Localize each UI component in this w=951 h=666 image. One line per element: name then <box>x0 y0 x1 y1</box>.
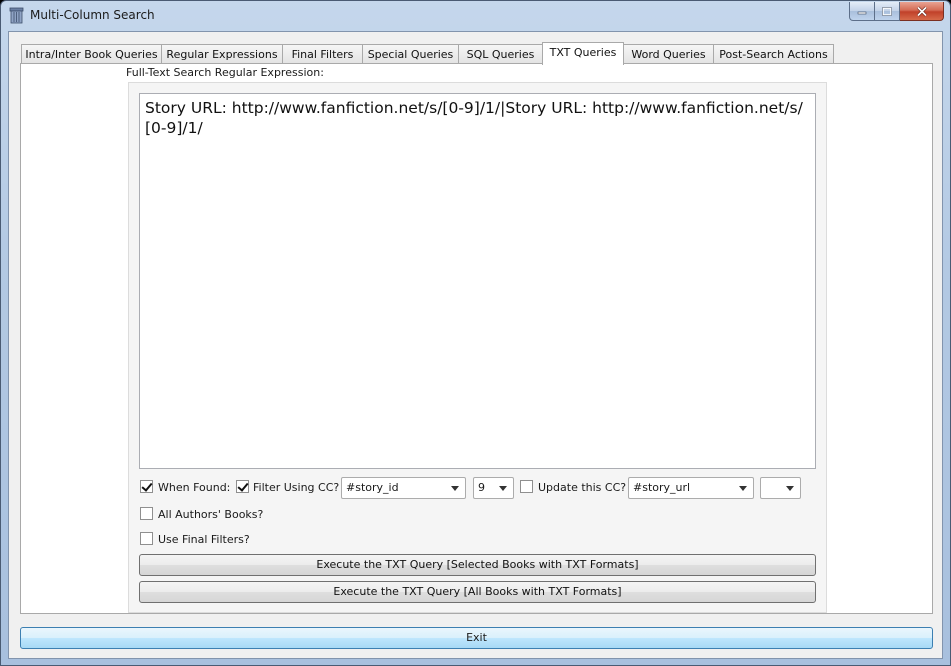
filter-using-cc-label: Filter Using CC? <box>253 481 340 494</box>
maximize-icon <box>882 6 892 16</box>
tab-txt-queries[interactable]: TXT Queries <box>542 42 624 65</box>
filter-number-combo[interactable]: 9 <box>473 477 514 499</box>
chevron-down-icon <box>739 486 747 491</box>
title-bar[interactable]: Multi-Column Search <box>1 1 950 31</box>
regex-field-label: Full-Text Search Regular Expression: <box>126 66 324 79</box>
chevron-down-icon <box>451 486 459 491</box>
when-found-label: When Found: <box>158 481 231 494</box>
filter-cc-combo-value: #story_id <box>346 481 399 494</box>
tab-post-search-actions[interactable]: Post-Search Actions <box>713 44 834 64</box>
minimize-icon <box>857 11 867 15</box>
window-title: Multi-Column Search <box>30 8 155 22</box>
all-authors-books-label: All Authors' Books? <box>158 508 264 521</box>
chevron-down-icon <box>786 486 794 491</box>
use-final-filters-checkbox[interactable] <box>140 532 153 545</box>
chevron-down-icon <box>499 486 507 491</box>
maximize-button[interactable] <box>875 2 900 21</box>
close-button[interactable] <box>900 2 944 21</box>
update-this-cc-checkbox[interactable] <box>520 480 533 493</box>
update-cc-combo[interactable]: #story_url <box>628 477 754 499</box>
filter-number-combo-value: 9 <box>478 481 485 494</box>
update-cc-combo-value: #story_url <box>633 481 691 494</box>
exit-button[interactable]: Exit <box>20 627 933 649</box>
update-this-cc-label: Update this CC? <box>538 481 627 494</box>
window-controls <box>849 2 944 21</box>
filter-cc-combo[interactable]: #story_id <box>341 477 466 499</box>
txt-queries-panel: Full-Text Search Regular Expression: Sto… <box>20 63 933 614</box>
tab-final-filters[interactable]: Final Filters <box>282 44 363 64</box>
txt-query-group: Story URL: http://www.fanfiction.net/s/[… <box>128 82 827 613</box>
tab-special-queries[interactable]: Special Queries <box>362 44 459 64</box>
tab-word-queries[interactable]: Word Queries <box>623 44 714 64</box>
update-extra-combo[interactable] <box>760 477 801 499</box>
when-found-checkbox[interactable] <box>140 480 153 493</box>
filter-using-cc-checkbox[interactable] <box>236 480 249 493</box>
minimize-button[interactable] <box>849 2 875 21</box>
tab-regular-expressions[interactable]: Regular Expressions <box>161 44 283 64</box>
app-window: Multi-Column Search Intra/Inter Book Que… <box>0 0 951 666</box>
regex-textarea[interactable]: Story URL: http://www.fanfiction.net/s/[… <box>139 93 816 469</box>
close-icon <box>916 5 927 17</box>
use-final-filters-label: Use Final Filters? <box>158 533 250 546</box>
all-authors-books-checkbox[interactable] <box>140 507 153 520</box>
app-icon <box>9 7 24 24</box>
dialog-client-area: Intra/Inter Book Queries Regular Express… <box>8 31 943 659</box>
tab-intra-inter-book-queries[interactable]: Intra/Inter Book Queries <box>21 44 162 64</box>
execute-all-books-button[interactable]: Execute the TXT Query [All Books with TX… <box>139 581 816 603</box>
tab-sql-queries[interactable]: SQL Queries <box>458 44 543 64</box>
execute-selected-books-button[interactable]: Execute the TXT Query [Selected Books wi… <box>139 554 816 576</box>
